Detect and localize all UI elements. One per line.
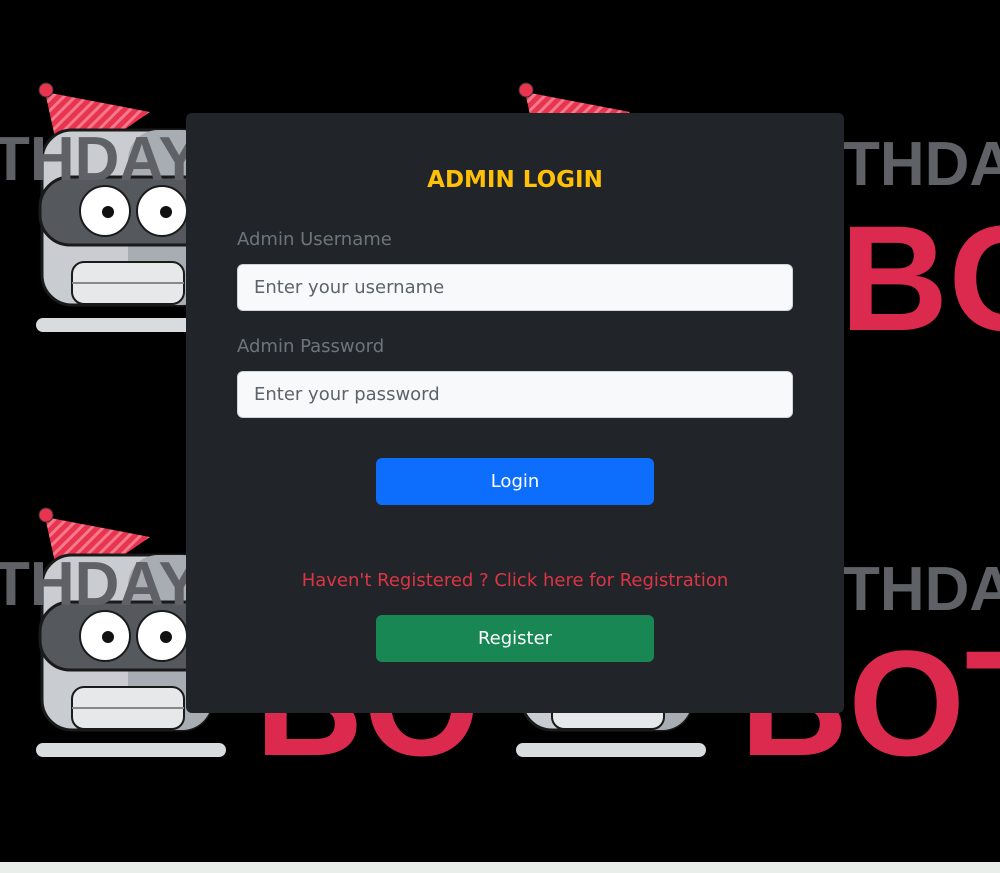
login-button[interactable]: Login: [376, 458, 654, 505]
page: THDAY THDAY BOT THDAY BOT THDAY BOT ADMI…: [0, 0, 1000, 873]
password-input[interactable]: [237, 371, 793, 418]
register-button[interactable]: Register: [376, 615, 654, 662]
taskbar: [0, 862, 1000, 873]
card-title: ADMIN LOGIN: [427, 167, 603, 193]
wallpaper-word: BOT: [840, 194, 1000, 362]
username-label: Admin Username: [237, 229, 392, 250]
wallpaper-word: THDAY: [0, 125, 200, 194]
admin-login-card: ADMIN LOGIN Admin Username Admin Passwor…: [186, 113, 844, 713]
password-label: Admin Password: [237, 336, 385, 357]
username-input[interactable]: [237, 264, 793, 311]
wallpaper-word: THDAY: [842, 130, 1000, 199]
registration-link[interactable]: Haven't Registered ? Click here for Regi…: [186, 569, 844, 593]
wallpaper-word: THDAY: [0, 550, 200, 619]
wallpaper-word: THDAY: [842, 555, 1000, 624]
